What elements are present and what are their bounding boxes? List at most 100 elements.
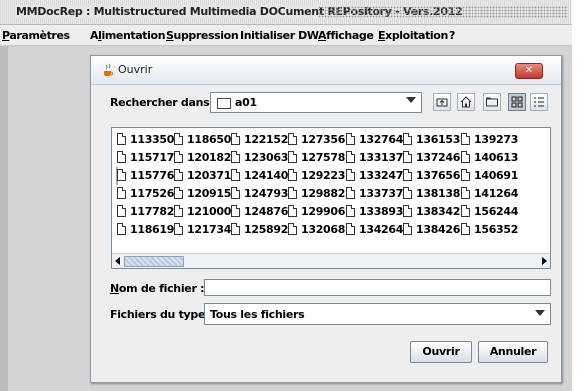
- file-name: 123063: [244, 151, 289, 164]
- file-icon: [231, 223, 240, 235]
- file-icon: [231, 133, 240, 145]
- file-icon: [346, 169, 355, 181]
- file-icon: [288, 169, 297, 181]
- file-name: 134264: [359, 223, 404, 236]
- file-icon: [403, 205, 412, 217]
- file-icon: [288, 133, 297, 145]
- file-icon: [403, 169, 412, 181]
- list-view-icon: [511, 96, 523, 108]
- file-icon: [346, 187, 355, 199]
- dialog-title: Ouvrir: [118, 63, 153, 76]
- menu-bar: Paramètres Alimentation Suppression Init…: [0, 25, 572, 46]
- file-name: 113350: [130, 133, 175, 146]
- file-icon: [174, 223, 183, 235]
- file-icon: [174, 187, 183, 199]
- file-name: 140613: [474, 151, 519, 164]
- title-bar[interactable]: MMDocRep : Multistructured Multimedia DO…: [0, 0, 572, 25]
- file-icon: [403, 223, 412, 235]
- file-name: 121000: [187, 205, 232, 218]
- file-list[interactable]: 113350 118650 122152 127356 132764 136153 1392…: [111, 127, 551, 269]
- file-icon: [403, 187, 412, 199]
- file-name: 125892: [244, 223, 289, 236]
- menu-help[interactable]: ?: [449, 29, 455, 42]
- home-icon: [460, 96, 472, 108]
- file-icon: [117, 169, 126, 181]
- scrollbar-thumb[interactable]: [124, 256, 184, 267]
- menu-parametres[interactable]: Paramètres: [2, 29, 70, 42]
- file-name: 115717: [130, 151, 175, 164]
- file-name: 117526: [130, 187, 175, 200]
- filename-input[interactable]: [204, 279, 551, 296]
- menu-affichage[interactable]: Affichage: [318, 29, 374, 42]
- look-in-combo[interactable]: a01: [210, 92, 422, 113]
- file-icon: [461, 223, 470, 235]
- file-name: 129906: [301, 205, 346, 218]
- up-one-level-button[interactable]: [433, 93, 451, 111]
- open-file-dialog: Ouvrir ✕ Rechercher dans : a01 113350 11…: [90, 55, 562, 383]
- home-button[interactable]: [457, 93, 475, 111]
- file-name: 124140: [244, 169, 289, 182]
- file-icon: [461, 169, 470, 181]
- file-icon: [461, 187, 470, 199]
- look-in-label: Rechercher dans :: [110, 96, 218, 109]
- filename-label: Nom de fichier :: [110, 282, 205, 295]
- file-icon: [403, 151, 412, 163]
- application-window: MMDocRep : Multistructured Multimedia DO…: [0, 0, 585, 391]
- file-name: 140691: [474, 169, 519, 182]
- file-name: 133247: [359, 169, 404, 182]
- file-icon: [231, 187, 240, 199]
- file-name: 136153: [416, 133, 461, 146]
- file-icon: [174, 169, 183, 181]
- list-view-button[interactable]: [508, 93, 526, 111]
- file-name: 127578: [301, 151, 346, 164]
- file-icon: [117, 151, 126, 163]
- folder-icon: [217, 98, 231, 109]
- new-folder-button[interactable]: [483, 93, 501, 111]
- file-icon: [288, 205, 297, 217]
- file-name: 129223: [301, 169, 346, 182]
- menu-exploitation[interactable]: Exploitation: [378, 29, 448, 42]
- filetype-value: Tous les fichiers: [210, 308, 305, 321]
- cancel-button[interactable]: Annuler: [478, 341, 548, 363]
- scroll-left-arrow[interactable]: [113, 256, 123, 267]
- file-icon: [461, 133, 470, 145]
- java-cup-icon: [104, 63, 113, 76]
- file-icon: [231, 205, 240, 217]
- menu-initialiser-dw[interactable]: Initialiser DW: [240, 29, 319, 42]
- file-name: 156244: [474, 205, 519, 218]
- details-view-button[interactable]: [530, 93, 548, 111]
- file-icon: [288, 151, 297, 163]
- menu-alimentation[interactable]: Alimentation: [90, 29, 166, 42]
- open-button[interactable]: Ouvrir: [410, 341, 472, 363]
- chevron-down-icon: [535, 310, 545, 316]
- file-name: 133737: [359, 187, 404, 200]
- filetype-label: Fichiers du type :: [110, 308, 213, 321]
- look-in-value: a01: [235, 96, 257, 109]
- scroll-right-arrow[interactable]: [539, 256, 549, 267]
- filetype-combo[interactable]: Tous les fichiers: [204, 303, 551, 325]
- file-name: 115776: [130, 169, 175, 182]
- file-name: 137246: [416, 151, 461, 164]
- file-name: 138342: [416, 205, 461, 218]
- file-icon: [117, 205, 126, 217]
- file-name: 120915: [187, 187, 232, 200]
- file-name: 138426: [416, 223, 461, 236]
- file-name: 120182: [187, 151, 232, 164]
- file-icon: [346, 151, 355, 163]
- close-icon[interactable]: ✕: [515, 63, 543, 79]
- file-icon: [174, 151, 183, 163]
- file-name: 124793: [244, 187, 289, 200]
- dialog-title-bar[interactable]: Ouvrir ✕: [91, 56, 561, 85]
- file-icon: [231, 151, 240, 163]
- file-icon: [403, 133, 412, 145]
- file-name: 138138: [416, 187, 461, 200]
- file-icon: [346, 133, 355, 145]
- up-folder-icon: [436, 98, 448, 107]
- file-name: 132068: [301, 223, 346, 236]
- file-icon: [174, 133, 183, 145]
- file-icon: [174, 205, 183, 217]
- menu-suppression[interactable]: Suppression: [166, 29, 239, 42]
- chevron-down-icon: [406, 97, 416, 103]
- file-name: 139273: [474, 133, 519, 146]
- horizontal-scrollbar[interactable]: [112, 253, 550, 268]
